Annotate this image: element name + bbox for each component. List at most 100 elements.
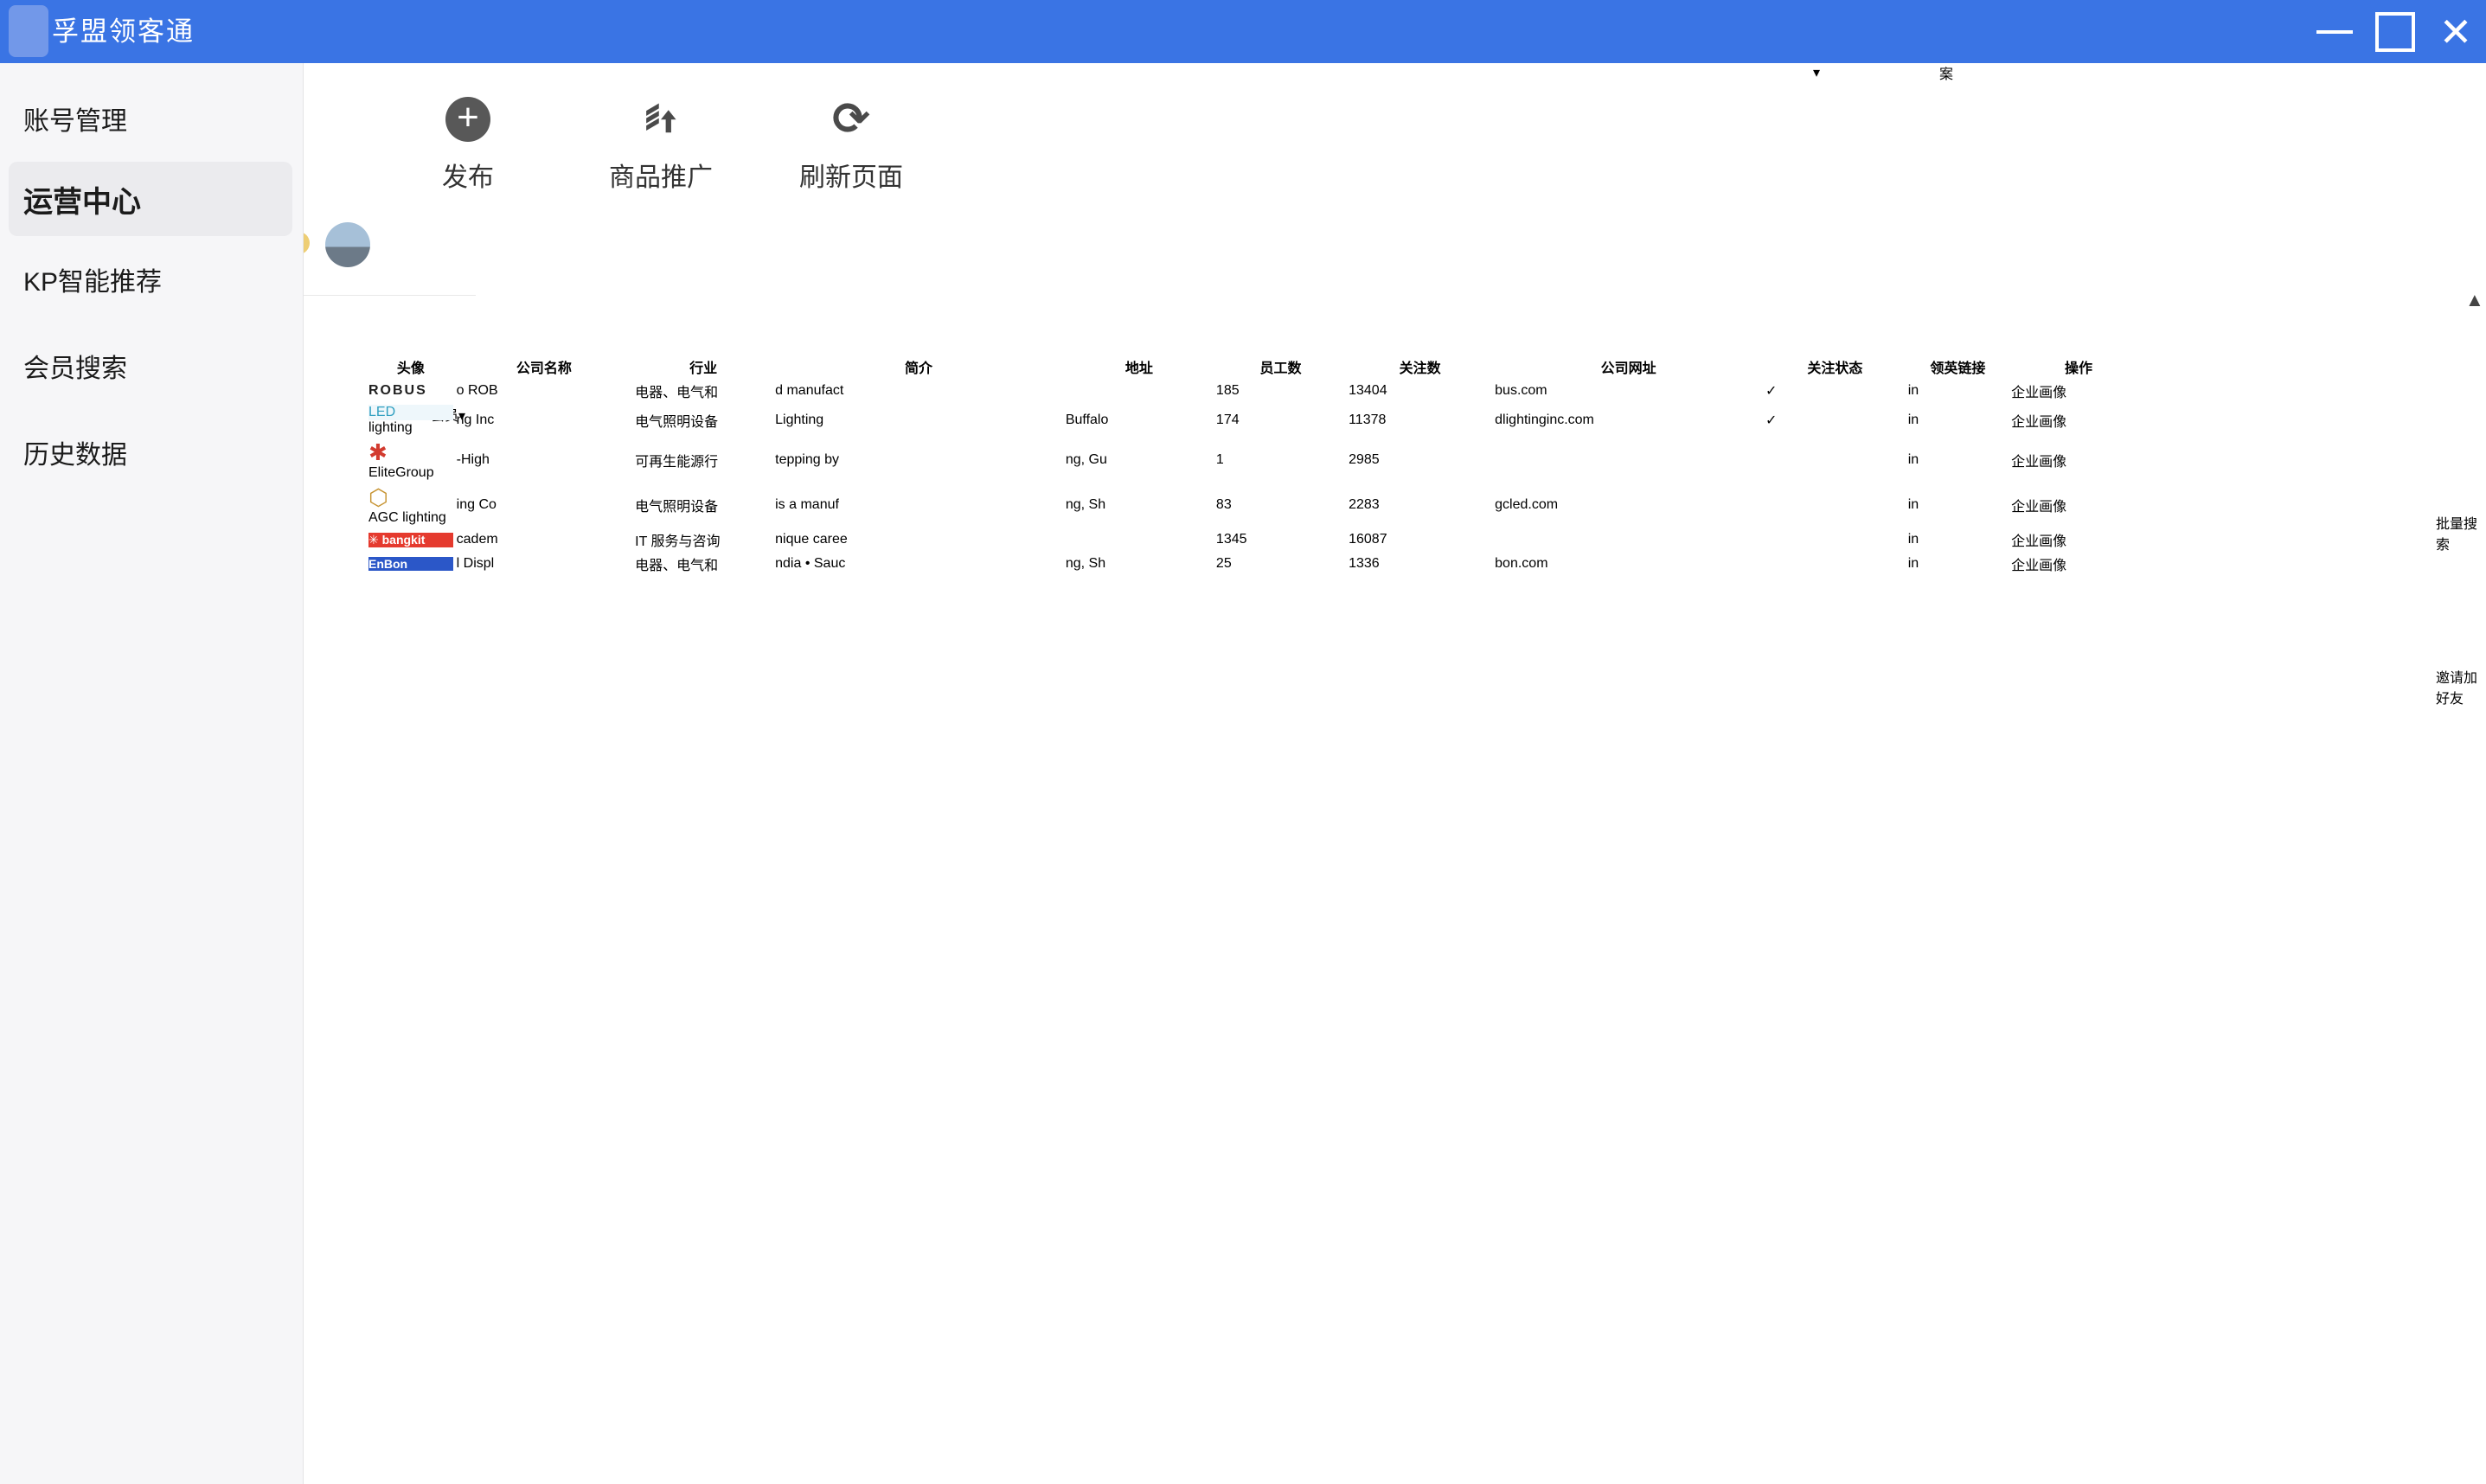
table-row: 3led✱EliteGroup -High可再生能源行 tepping by n…	[2, 438, 2147, 482]
company-profile-button[interactable]: 企业画像	[2011, 386, 2066, 400]
website-cell: dlightinginc.com	[1494, 404, 1763, 437]
batch-search-tab[interactable]: 批量搜索	[2436, 512, 2477, 657]
action-cell: 企业画像	[2010, 483, 2147, 527]
sidebar-item-link[interactable]: 历史数据	[0, 409, 303, 496]
company-logo: ⬡	[368, 484, 453, 510]
sidebar-item-link[interactable]: 会员搜索	[0, 323, 303, 409]
followers-cell: 1336	[1348, 553, 1492, 575]
company-logo: ✱	[368, 439, 453, 465]
follow-status-cell	[1765, 528, 1906, 551]
follow-status-cell: ✓	[1765, 404, 1906, 437]
company-profile-button[interactable]: 企业画像	[2011, 559, 2066, 573]
industry-cell: 电气照明设备	[634, 483, 772, 527]
column-header: 公司网址	[1494, 355, 1763, 378]
column-header: 员工数	[1215, 355, 1346, 378]
website-link[interactable]: gcled.com	[1495, 497, 1558, 512]
column-header: 领英链接	[1907, 355, 2009, 378]
linkedin-link-icon[interactable]: in	[1908, 556, 1919, 571]
company-logo: ✳ bangkit	[368, 533, 453, 547]
minimize-button[interactable]	[2304, 0, 2365, 63]
company-profile-button[interactable]: 企业画像	[2011, 534, 2066, 549]
intro-cell: ndia • Sauc	[774, 553, 1063, 575]
employees-cell: 174	[1215, 404, 1346, 437]
industry-cell: 可再生能源行	[634, 438, 772, 482]
invite-friends-tab[interactable]: 邀请加好友	[2436, 666, 2477, 839]
action-cell: 企业画像	[2010, 528, 2147, 551]
website-link[interactable]: bus.com	[1495, 383, 1547, 398]
country-select[interactable]: 选择国家 ∨	[0, 104, 2149, 125]
follow-status-cell	[1765, 438, 1906, 482]
intro-cell: nique caree	[774, 528, 1063, 551]
company-logo-sub: EliteGroup	[368, 465, 453, 481]
logo-cell: LEDlighting	[368, 404, 454, 437]
linkedin-link-cell: in	[1907, 404, 2009, 437]
maximize-button[interactable]	[2365, 0, 2425, 63]
linkedin-link-cell: in	[1907, 438, 2009, 482]
address-cell: ng, Sh	[1065, 553, 1214, 575]
intro-cell: is a manuf	[774, 483, 1063, 527]
company-profile-button[interactable]: 企业画像	[2011, 455, 2066, 470]
table-row: 5led✳ bangkit cademIT 服务与咨询 nique caree …	[2, 528, 2147, 551]
table-row: 2ledLEDlighting ng Inc电气照明设备 Lighting Bu…	[2, 404, 2147, 437]
follow-status-checkbox[interactable]: ✓	[1765, 413, 1777, 428]
follow-status-cell: ✓	[1765, 380, 1906, 402]
company-logo-sub: lighting	[368, 420, 453, 436]
company-profile-button[interactable]: 企业画像	[2011, 500, 2066, 515]
sidebar-item-link[interactable]: KP智能推荐	[0, 236, 303, 323]
sidebar-item-label: 账号管理	[23, 99, 127, 138]
linkedin-link-icon[interactable]: in	[1908, 497, 1919, 512]
followers-cell: 2283	[1348, 483, 1492, 527]
panel-tab-动态搜索[interactable]: 动态搜索	[0, 62, 2149, 83]
logo-cell: ✱EliteGroup	[368, 438, 454, 482]
column-header: 头像	[368, 355, 454, 378]
linkedin-link-cell: in	[1907, 553, 2009, 575]
website-cell	[1494, 438, 1763, 482]
industry-cell: IT 服务与咨询	[634, 528, 772, 551]
titlebar: 孚盟领客通 ✕	[0, 0, 2486, 63]
action-cell: 企业画像	[2010, 553, 2147, 575]
address-cell: ng, Sh	[1065, 483, 1214, 527]
employees-cell: 185	[1215, 380, 1346, 402]
action-cell: 企业画像	[2010, 404, 2147, 437]
company-name-cell: -High	[456, 438, 633, 482]
address-cell	[1065, 380, 1214, 402]
logo-cell: ⬡AGC lighting	[368, 483, 454, 527]
linkedin-link-icon[interactable]: in	[1908, 452, 1919, 467]
column-header: 公司名称	[456, 355, 633, 378]
linkedin-link-icon[interactable]: in	[1908, 532, 1919, 547]
minimize-icon	[2316, 30, 2353, 34]
company-name-cell: cadem	[456, 528, 633, 551]
website-link[interactable]: bon.com	[1495, 556, 1547, 571]
company-size-select[interactable]: 选择规模 ∨	[0, 145, 2149, 166]
results-table: 序号关键词头像公司名称行业简介地址员工数关注数公司网址关注状态领英链接操作1▸l…	[0, 354, 2149, 577]
linkedin-link-icon[interactable]: in	[1908, 413, 1919, 427]
sidebar-item-label: 运营中心	[23, 178, 141, 221]
employees-cell: 1	[1215, 438, 1346, 482]
company-profile-button[interactable]: 企业画像	[2011, 415, 2066, 430]
column-header: 关注状态	[1765, 355, 1906, 378]
industry-cell: 电器、电气和	[634, 553, 772, 575]
results-total: 结果总数：7	[0, 333, 2149, 354]
close-button[interactable]: ✕	[2425, 0, 2486, 63]
company-name-cell: o ROB	[456, 380, 633, 402]
sidebar-item-label: 历史数据	[23, 433, 127, 471]
sidebar-item-active[interactable]: 运营中心	[9, 162, 292, 236]
column-header: 关注数	[1348, 355, 1492, 378]
follow-status-cell	[1765, 483, 1906, 527]
action-cell: 企业画像	[2010, 438, 2147, 482]
follow-status-checkbox[interactable]: ✓	[1765, 384, 1777, 399]
logo-cell: EnBon	[368, 553, 454, 575]
sidebar-item-link[interactable]: 账号管理	[0, 75, 303, 162]
logo-cell: ROBUS	[368, 380, 454, 402]
followers-cell: 13404	[1348, 380, 1492, 402]
table-row: 6ledEnBon l Displ电器、电气和 ndia • Sauc ng, …	[2, 553, 2147, 575]
table-row: 4led⬡AGC lighting ing Co电气照明设备 is a manu…	[2, 483, 2147, 527]
linkedin-link-cell: in	[1907, 380, 2009, 402]
website-link[interactable]: dlightinginc.com	[1495, 413, 1594, 427]
intro-cell: d manufact	[774, 380, 1063, 402]
linkedin-link-icon[interactable]: in	[1908, 383, 1919, 398]
employees-cell: 25	[1215, 553, 1346, 575]
company-name-cell: ng Inc	[456, 404, 633, 437]
industry-cell: 电器、电气和	[634, 380, 772, 402]
scroll-up-icon[interactable]: ▲	[2465, 289, 2484, 311]
